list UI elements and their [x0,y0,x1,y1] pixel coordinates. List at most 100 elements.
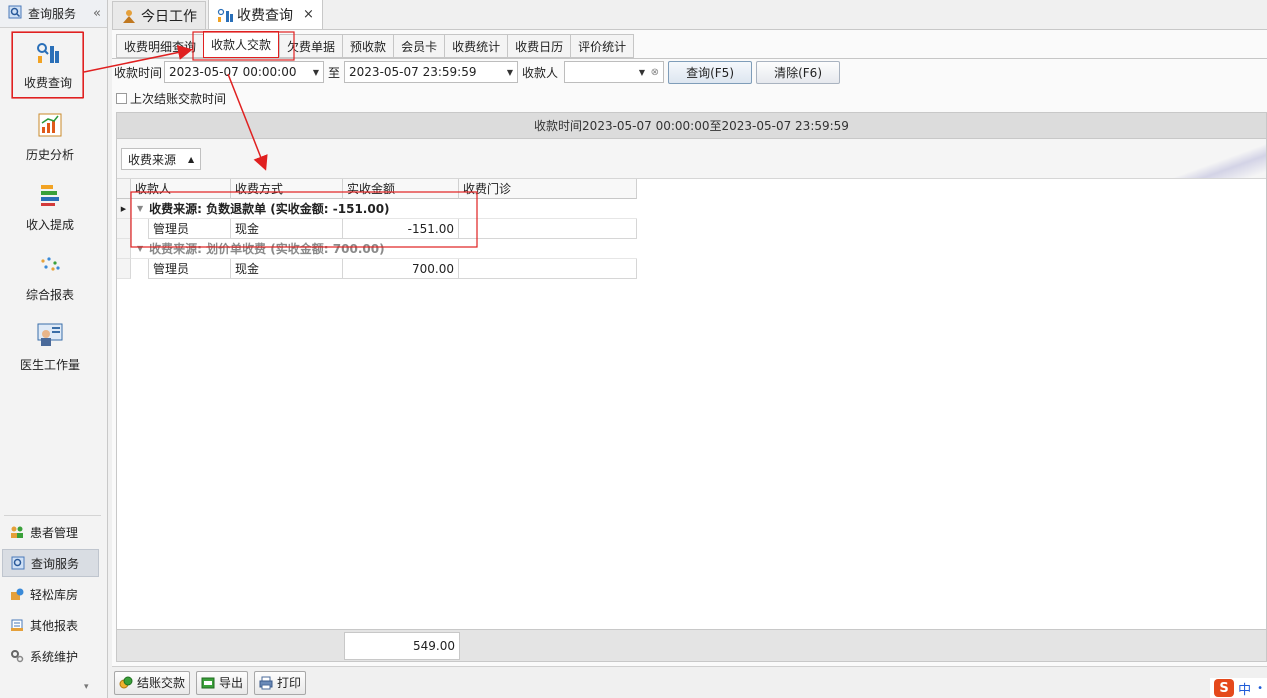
last-settle-time-checkbox[interactable]: 上次结账交款时间 [116,90,226,106]
col-header-amount[interactable]: 实收金额 [343,179,459,199]
collapse-icon[interactable]: ▼ [137,204,143,213]
dropdown-arrow-icon[interactable]: ▼ [313,68,319,77]
payee-label: 收款人 [522,65,559,80]
group-row-pricing[interactable]: ▼ 收费来源: 划价单收费 (实收金额: 700.00) [131,239,637,259]
analysis-chart-icon [37,112,63,138]
doctor-board-icon [37,322,63,348]
module-system-maintenance[interactable]: 系统维护 [2,642,99,670]
subtab-charge-detail[interactable]: 收费明细查询 [116,34,204,58]
nav-history-analysis[interactable]: 历史分析 [0,104,100,170]
tab-charge-query[interactable]: 收费查询 × [208,0,323,29]
collapse-icon[interactable]: ▼ [137,244,143,253]
nav-label: 收入提成 [25,217,74,232]
sidebar: 查询服务 « 收费查询 历史分析 收入提成 综合报表 医生工作量 患者管理 查询… [0,0,108,698]
col-header-clinic[interactable]: 收费门诊 [459,179,637,199]
sidebar-more-button[interactable]: ▾ [84,682,89,692]
ime-mode: 中 [1238,682,1252,698]
group-header-text: 收费来源: 负数退款单 (实收金额: -151.00) [149,202,390,216]
subtab-charge-calendar[interactable]: 收费日历 [507,34,571,58]
row-selected-indicator: ▶ [117,199,131,219]
row-indicator [117,239,131,259]
start-time-input[interactable]: 2023-05-07 00:00:00 ▼ [164,61,325,83]
nav-label: 历史分析 [25,147,74,162]
subtab-payee-handover[interactable]: 收款人交款 [203,31,280,58]
module-patient-management[interactable]: 患者管理 [2,518,99,546]
patients-icon [10,525,24,539]
sogou-logo-icon: S [1214,679,1235,697]
to-label: 至 [328,65,341,80]
nav-comprehensive-report[interactable]: 综合报表 [0,244,100,310]
row-indicator [117,259,131,279]
cell-amount[interactable]: 700.00 [343,259,459,279]
row-indent [131,219,149,239]
dropdown-arrow-icon[interactable]: ▼ [639,68,645,77]
cell-clinic[interactable] [459,259,637,279]
sidebar-title: 查询服务 [28,7,77,21]
module-warehouse[interactable]: 轻松库房 [2,580,99,608]
sidebar-header: 查询服务 « [0,0,107,28]
end-time-value: 2023-05-07 23:59:59 [349,65,477,79]
module-label: 患者管理 [30,525,79,540]
module-label: 查询服务 [31,556,80,571]
cell-payee[interactable]: 管理员 [149,259,231,279]
cell-pay-method[interactable]: 现金 [231,219,343,239]
nav-charge-query[interactable]: 收费查询 [12,32,84,98]
export-button[interactable]: 导出 [196,670,249,695]
group-row-refund[interactable]: ▼ 收费来源: 负数退款单 (实收金额: -151.00) [131,199,637,219]
printer-icon [259,676,273,690]
end-time-input[interactable]: 2023-05-07 23:59:59 ▼ [344,61,519,83]
time-label: 收款时间 [114,65,163,80]
sub-tabs: 收费明细查询 收款人交款 欠费单据 预收款 会员卡 收费统计 收费日历 评价统计 [116,31,635,58]
ime-indicator[interactable]: S 中 • [1210,678,1267,698]
settings-icon [10,649,24,663]
col-header-pay-method[interactable]: 收费方式 [231,179,343,199]
cell-clinic[interactable] [459,219,637,239]
filter-row: 收款时间 2023-05-07 00:00:00 ▼ 至 2023-05-07 … [114,60,841,84]
dots-icon [37,252,63,278]
print-button[interactable]: 打印 [254,670,307,695]
nav-label: 收费查询 [23,75,72,90]
subtab-member-card[interactable]: 会员卡 [393,34,445,58]
query-icon [11,556,25,570]
clear-button[interactable]: 清除(F6) [756,60,841,84]
collapse-sidebar-button[interactable]: « [87,6,107,21]
grid-title: 收款时间2023-05-07 00:00:00至2023-05-07 23:59… [117,113,1266,139]
query-button[interactable]: 查询(F5) [668,60,753,84]
nav-label: 医生工作量 [19,357,80,372]
subtab-charge-stats[interactable]: 收费统计 [444,34,508,58]
module-label: 其他报表 [30,618,79,633]
module-label: 系统维护 [30,649,79,664]
module-other-reports[interactable]: 其他报表 [2,611,99,639]
amount-total: 549.00 [344,632,460,660]
export-icon [201,677,215,689]
clear-icon[interactable]: ⊗ [651,67,659,78]
checkbox-label: 上次结账交款时间 [130,91,227,106]
settle-button[interactable]: 结账交款 [114,670,191,695]
sidebar-divider [4,515,101,516]
nav-income-commission[interactable]: 收入提成 [0,174,100,240]
module-query-service[interactable]: 查询服务 [2,549,99,577]
subtab-prepayment[interactable]: 预收款 [342,34,394,58]
group-by-chip[interactable]: 收费来源 ▲ [121,148,202,170]
col-header-payee[interactable]: 收款人 [131,179,231,199]
nav-doctor-workload[interactable]: 医生工作量 [0,314,100,380]
subtab-arrears[interactable]: 欠费单据 [279,34,343,58]
button-label: 导出 [219,676,244,690]
dropdown-arrow-icon[interactable]: ▼ [507,68,513,77]
payee-select[interactable]: ▼ ⊗ [564,61,665,83]
bar-chart-icon [35,40,61,66]
cell-pay-method[interactable]: 现金 [231,259,343,279]
row-indicator [117,219,131,239]
subtab-evaluation-stats[interactable]: 评价统计 [570,34,635,58]
group-header-text: 收费来源: 划价单收费 (实收金额: 700.00) [149,242,385,256]
close-tab-button[interactable]: × [303,7,314,22]
nav-label: 综合报表 [25,287,74,302]
row-indent [131,259,149,279]
ime-dot: • [1257,682,1263,694]
cell-amount[interactable]: -151.00 [343,219,459,239]
tab-today-work[interactable]: 今日工作 [112,1,206,29]
checkbox-box[interactable] [116,92,127,104]
cell-payee[interactable]: 管理员 [149,219,231,239]
group-chip-label: 收费来源 [128,152,177,167]
module-label: 轻松库房 [30,587,79,602]
